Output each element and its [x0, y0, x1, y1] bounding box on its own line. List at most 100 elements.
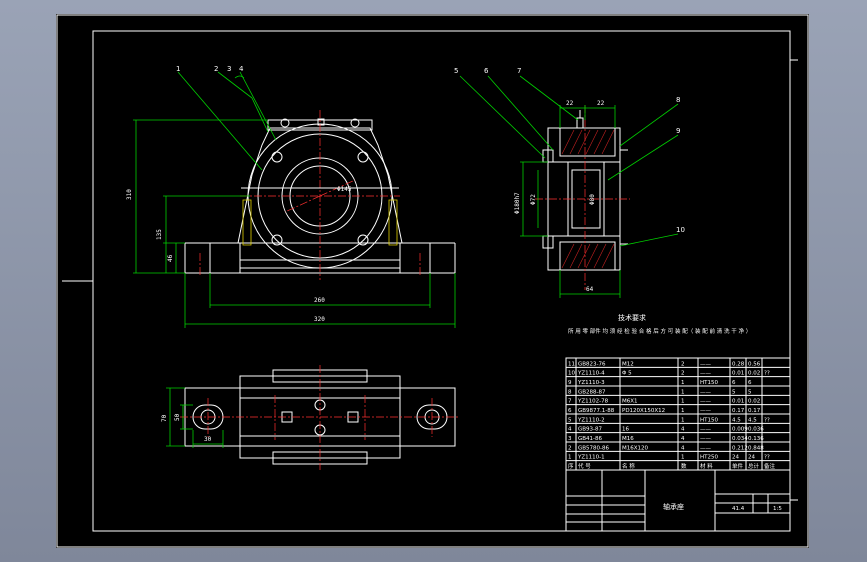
- bom-cell: ——: [700, 361, 712, 367]
- dim-total-height: 310: [126, 189, 133, 200]
- callout-9: 9: [676, 127, 680, 135]
- bom-cell: ——: [700, 436, 712, 442]
- callout-1: 1: [176, 65, 180, 73]
- bom-cell: ——: [700, 399, 712, 405]
- bom-cell: Φ 5: [622, 371, 632, 377]
- dim-bore-diameter: Φ145: [337, 186, 352, 193]
- bom-cell: 0.56: [748, 361, 761, 367]
- bom-cell: 6: [568, 408, 572, 414]
- bom-cell: GB5780-86: [578, 445, 610, 451]
- bom-cell: 24: [732, 455, 739, 461]
- callout-2: 2: [214, 65, 218, 73]
- callout-10: 10: [676, 226, 685, 234]
- bom-cell: GB823-76: [578, 361, 606, 367]
- bom-cell: HT250: [700, 455, 718, 461]
- bom-cell: ——: [700, 445, 712, 451]
- callout-5: 5: [454, 67, 458, 75]
- bom-cell: 0.034: [732, 436, 748, 442]
- bom-cell: 0.02: [748, 399, 760, 405]
- bom-cell: PD120X150X12: [622, 408, 665, 414]
- bom-cell: 1: [568, 455, 572, 461]
- dim-shaft-diameter: Φ72: [530, 194, 537, 205]
- dim-base-length: 320: [314, 316, 325, 323]
- bom-cell: 1: [681, 380, 685, 386]
- bom-cell: GB288-87: [578, 389, 606, 395]
- bom-cell: 3: [568, 436, 572, 442]
- bom-cell: M12: [622, 361, 634, 367]
- bom-cell: 5: [748, 389, 752, 395]
- bom-cell: 1: [681, 399, 685, 405]
- bom-cell: M16X120: [622, 445, 649, 451]
- bom-header-cell: 备注: [764, 462, 776, 470]
- bom-cell: 5: [732, 389, 736, 395]
- bom-cell: YZ1110-3: [577, 380, 605, 386]
- bom-cell: 6: [748, 380, 752, 386]
- dim-outer-diameter: Φ180h7: [514, 192, 521, 214]
- weight-value: 41.4: [732, 506, 745, 512]
- bom-cell: 0.17: [748, 408, 761, 414]
- callout-8: 8: [676, 96, 680, 104]
- dim-side-22b: 22: [597, 100, 605, 107]
- bom-cell: GB9877.1-88: [578, 408, 615, 414]
- drawing-sheet: Φ145 310 135 46 260 320 1 2 3 4 22 22 Φ1…: [56, 14, 809, 548]
- bom-cell: 0.009: [732, 427, 748, 433]
- bom-cell: YZ1110-2: [577, 417, 605, 423]
- bom-header-cell: 序: [568, 462, 574, 470]
- bom-cell: ——: [700, 408, 712, 414]
- dim-center-height: 135: [156, 229, 163, 240]
- bom-cell: 0.01: [732, 371, 744, 377]
- bom-cell: 6: [732, 380, 736, 386]
- notes-title: 技术要求: [618, 313, 646, 322]
- bom-cell: 0.01: [732, 399, 744, 405]
- bom-cell: 24: [748, 455, 755, 461]
- bom-header-cell: 材 料: [700, 462, 713, 470]
- bom-cell: HT150: [700, 417, 718, 423]
- callout-6: 6: [484, 67, 489, 75]
- scale-value: 1:5: [773, 506, 782, 512]
- bom-cell: GB41-86: [578, 436, 603, 442]
- bom-cell: 0.848: [748, 445, 764, 451]
- bom-header-cell: 代 号: [578, 462, 591, 470]
- bom-cell: M6X1: [622, 399, 638, 405]
- bom-cell: 4: [568, 427, 572, 433]
- paper-background: [56, 14, 809, 548]
- bom-cell: ??: [764, 417, 770, 423]
- bom-cell: 4.5: [732, 417, 741, 423]
- dim-side-22a: 22: [566, 100, 574, 107]
- dim-base-height: 46: [167, 254, 174, 262]
- part-name: 轴承座: [663, 502, 684, 511]
- cad-viewport[interactable]: Φ145 310 135 46 260 320 1 2 3 4 22 22 Φ1…: [0, 0, 867, 562]
- bom-header-cell: 总计: [748, 462, 760, 470]
- bom-cell: 4: [681, 427, 685, 433]
- bom-cell: 0.02: [748, 371, 760, 377]
- callout-7: 7: [517, 67, 521, 75]
- bom-cell: 2: [681, 361, 685, 367]
- bom-cell: 1: [681, 455, 685, 461]
- bom-cell: 4: [681, 445, 685, 451]
- bom-cell: 10: [568, 371, 575, 377]
- notes-line: 所 用 零 部件 均 须 经 检 验 合 格 后 方 可 装 配（ 装 配 前 …: [568, 327, 751, 335]
- bom-cell: YZ1110-1: [577, 455, 605, 461]
- bom-cell: 0.036: [748, 427, 764, 433]
- bom-cell: 16: [622, 427, 629, 433]
- bom-cell: 2: [681, 371, 685, 377]
- bom-cell: 1: [681, 389, 685, 395]
- bom-cell: HT150: [700, 380, 718, 386]
- callout-4: 4: [239, 65, 244, 73]
- bom-cell: 2: [568, 445, 572, 451]
- bom-cell: 1: [681, 408, 685, 414]
- bom-cell: 0.136: [748, 436, 764, 442]
- dim-bolt-spacing: 260: [314, 297, 325, 304]
- bom-cell: ——: [700, 389, 712, 395]
- dim-width: 64: [586, 286, 594, 293]
- dim-base-width: 70: [161, 414, 168, 422]
- bom-cell: M16: [622, 436, 634, 442]
- bom-cell: 0.212: [732, 445, 748, 451]
- bom-cell: 9: [568, 380, 572, 386]
- dim-slot-length: 30: [204, 436, 212, 443]
- bom-cell: 5: [568, 417, 572, 423]
- dim-slot-width: 50: [174, 413, 181, 421]
- bom-cell: 4.5: [748, 417, 757, 423]
- bom-cell: 4: [681, 436, 685, 442]
- dim-inner-diameter: Φ80: [589, 194, 596, 205]
